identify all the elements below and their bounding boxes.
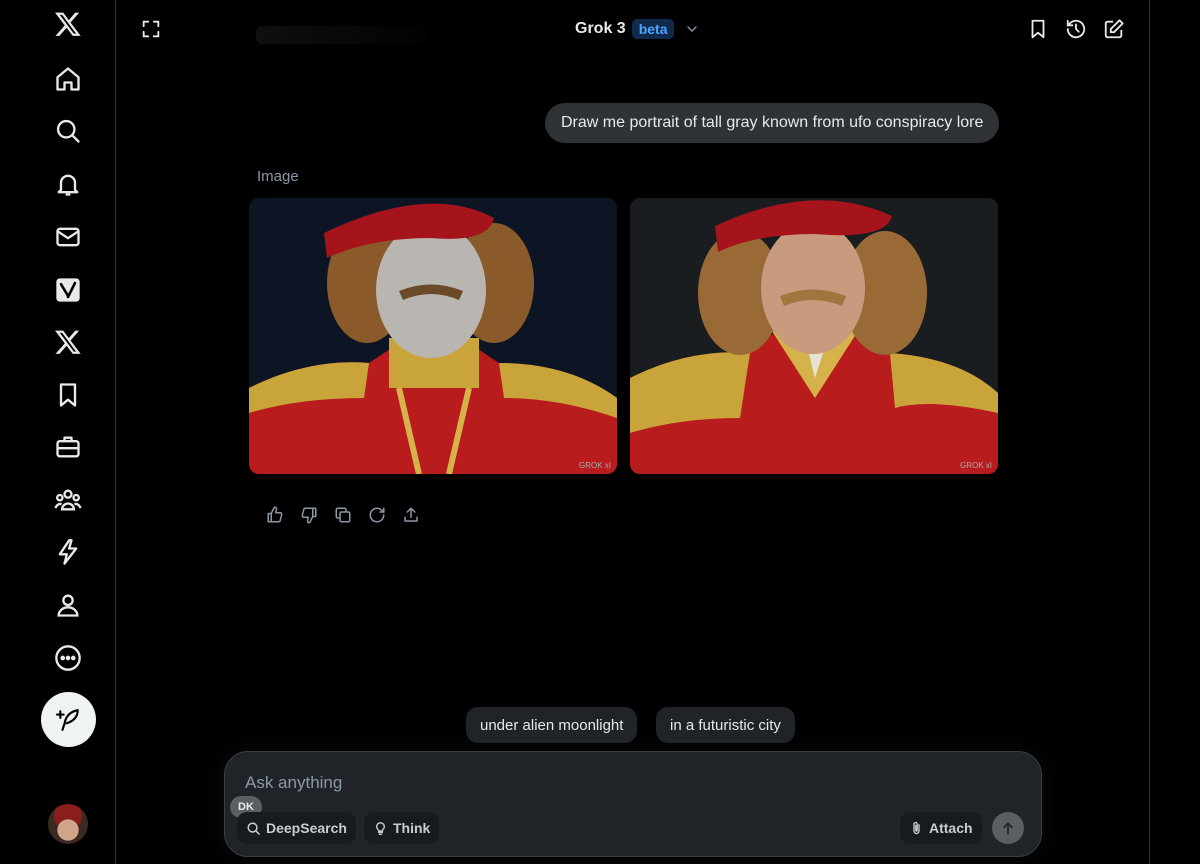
- thumbs-down-icon[interactable]: [298, 504, 320, 526]
- think-button[interactable]: Think: [364, 812, 440, 844]
- user-message: Draw me portrait of tall gray known from…: [545, 103, 1000, 143]
- suggestion-chip[interactable]: under alien moonlight: [466, 707, 638, 743]
- send-button[interactable]: [992, 812, 1024, 844]
- compose-post-button[interactable]: [41, 692, 96, 747]
- conversation-title: [256, 26, 426, 44]
- image-watermark: GROK xI: [578, 461, 611, 470]
- regenerate-icon[interactable]: [366, 504, 388, 526]
- share-icon[interactable]: [400, 504, 422, 526]
- bookmark-icon[interactable]: [1023, 14, 1053, 44]
- think-label: Think: [393, 820, 431, 836]
- grok-icon[interactable]: [40, 266, 96, 314]
- attach-label: Attach: [929, 820, 973, 836]
- right-divider: [1149, 0, 1150, 864]
- profile-icon[interactable]: [40, 581, 96, 629]
- search-icon: [247, 821, 260, 835]
- communities-icon[interactable]: [40, 476, 96, 524]
- thumbs-up-icon[interactable]: [264, 504, 286, 526]
- portrait-image: [249, 198, 617, 474]
- attach-button[interactable]: Attach: [900, 812, 982, 844]
- jobs-icon[interactable]: [40, 423, 96, 471]
- new-chat-icon[interactable]: [1099, 14, 1129, 44]
- composer: DK DeepSearch Think Attach: [224, 751, 1042, 857]
- generated-image-1[interactable]: GROK xI: [249, 198, 617, 474]
- avatar[interactable]: [48, 804, 88, 844]
- copy-icon[interactable]: [332, 504, 354, 526]
- deepsearch-button[interactable]: DeepSearch: [237, 812, 356, 844]
- beta-badge: beta: [631, 19, 675, 39]
- model-selector[interactable]: Grok 3 beta: [575, 16, 700, 42]
- suggestion-chip[interactable]: in a futuristic city: [656, 707, 795, 743]
- search-icon[interactable]: [40, 107, 96, 155]
- chevron-down-icon: [687, 26, 698, 32]
- portrait-image: [630, 198, 998, 474]
- deepsearch-label: DeepSearch: [266, 820, 347, 836]
- x-logo-icon[interactable]: [40, 0, 96, 48]
- response-actions: [264, 504, 422, 526]
- history-icon[interactable]: [1061, 14, 1091, 44]
- x-icon[interactable]: [40, 318, 96, 366]
- image-watermark: GROK xI: [959, 461, 992, 470]
- more-icon[interactable]: [40, 634, 96, 682]
- model-name: Grok 3: [575, 20, 626, 37]
- response-label: Image: [257, 168, 299, 185]
- notifications-icon[interactable]: [40, 160, 96, 208]
- left-nav: [0, 0, 116, 864]
- lightbulb-icon: [376, 821, 385, 835]
- paperclip-icon: [913, 821, 920, 834]
- expand-icon[interactable]: [136, 14, 166, 44]
- messages-icon[interactable]: [40, 213, 96, 261]
- ask-input[interactable]: [245, 770, 885, 796]
- compose-quill-icon: [55, 708, 79, 731]
- home-icon[interactable]: [40, 55, 96, 103]
- premium-icon[interactable]: [40, 528, 96, 576]
- generated-image-2[interactable]: GROK xI: [630, 198, 998, 474]
- arrow-up-icon: [1003, 822, 1013, 835]
- bookmarks-icon[interactable]: [40, 371, 96, 419]
- grok-chat-panel: Grok 3 beta Draw me portrait of tall gra…: [116, 0, 1150, 864]
